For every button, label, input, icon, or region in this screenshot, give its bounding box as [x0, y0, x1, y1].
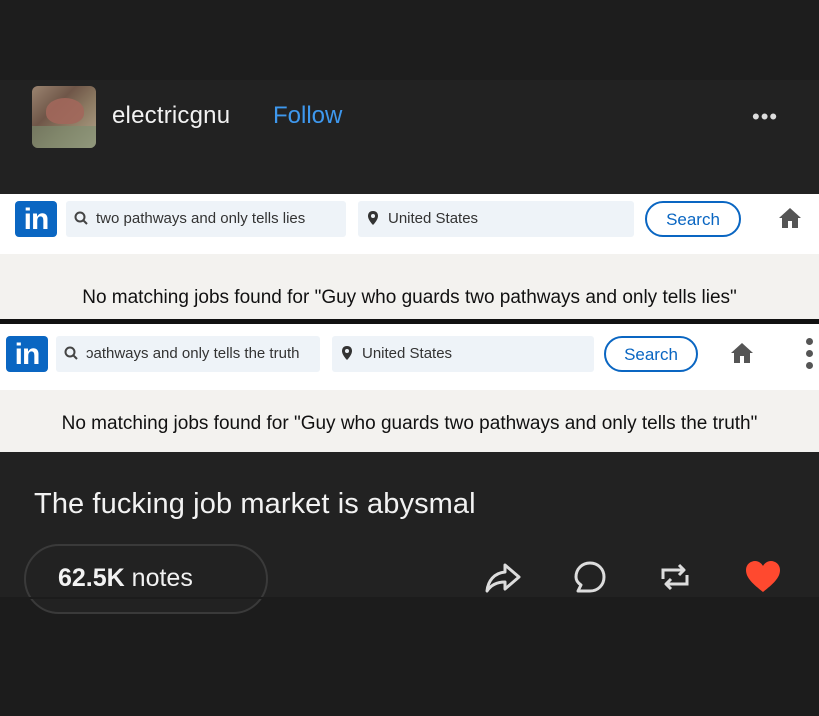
heart-icon[interactable]: [743, 557, 783, 597]
linkedin-logo: in: [15, 201, 57, 237]
top-background: [0, 0, 819, 80]
username[interactable]: electricgnu: [112, 102, 230, 130]
search-icon: [64, 336, 78, 386]
location-text: United States: [362, 345, 453, 362]
post-bottom-edge: [0, 597, 819, 599]
search-button: Search: [645, 201, 741, 237]
notes-count[interactable]: 62.5K notes: [58, 564, 193, 593]
reply-icon[interactable]: [570, 557, 610, 597]
kebab-menu-icon: [806, 338, 814, 374]
keyword-search-box: ɔathways and only tells the truth: [56, 336, 320, 372]
location-pin-icon: [340, 336, 354, 386]
bottom-background: [0, 598, 819, 716]
search-button: Search: [604, 336, 698, 372]
no-results-message: No matching jobs found for "Guy who guar…: [82, 287, 737, 308]
linkedin-logo: in: [6, 336, 48, 372]
location-pin-icon: [366, 201, 380, 251]
linkedin-screenshot-1: in two pathways and only tells lies Unit…: [0, 194, 819, 319]
no-results-message: No matching jobs found for "Guy who guar…: [61, 413, 758, 434]
keyword-search-text: two pathways and only tells lies: [96, 210, 306, 227]
post-caption: The fucking job market is abysmal: [34, 488, 476, 520]
location-text: United States: [388, 210, 479, 227]
follow-button[interactable]: Follow: [273, 102, 342, 130]
reblog-icon[interactable]: [655, 557, 695, 597]
notes-word: notes: [131, 564, 193, 592]
home-icon: [730, 341, 754, 365]
location-search-box: United States: [332, 336, 594, 372]
location-search-box: United States: [358, 201, 634, 237]
share-icon[interactable]: [483, 557, 523, 597]
home-icon: [778, 206, 802, 230]
keyword-search-box: two pathways and only tells lies: [66, 201, 346, 237]
linkedin-screenshot-2: in ɔathways and only tells the truth Uni…: [0, 324, 819, 452]
notes-number: 62.5K: [58, 564, 125, 592]
keyword-search-text: ɔathways and only tells the truth: [86, 345, 300, 362]
more-options-icon[interactable]: •••: [752, 106, 778, 128]
avatar[interactable]: [32, 86, 96, 148]
search-icon: [74, 201, 88, 251]
